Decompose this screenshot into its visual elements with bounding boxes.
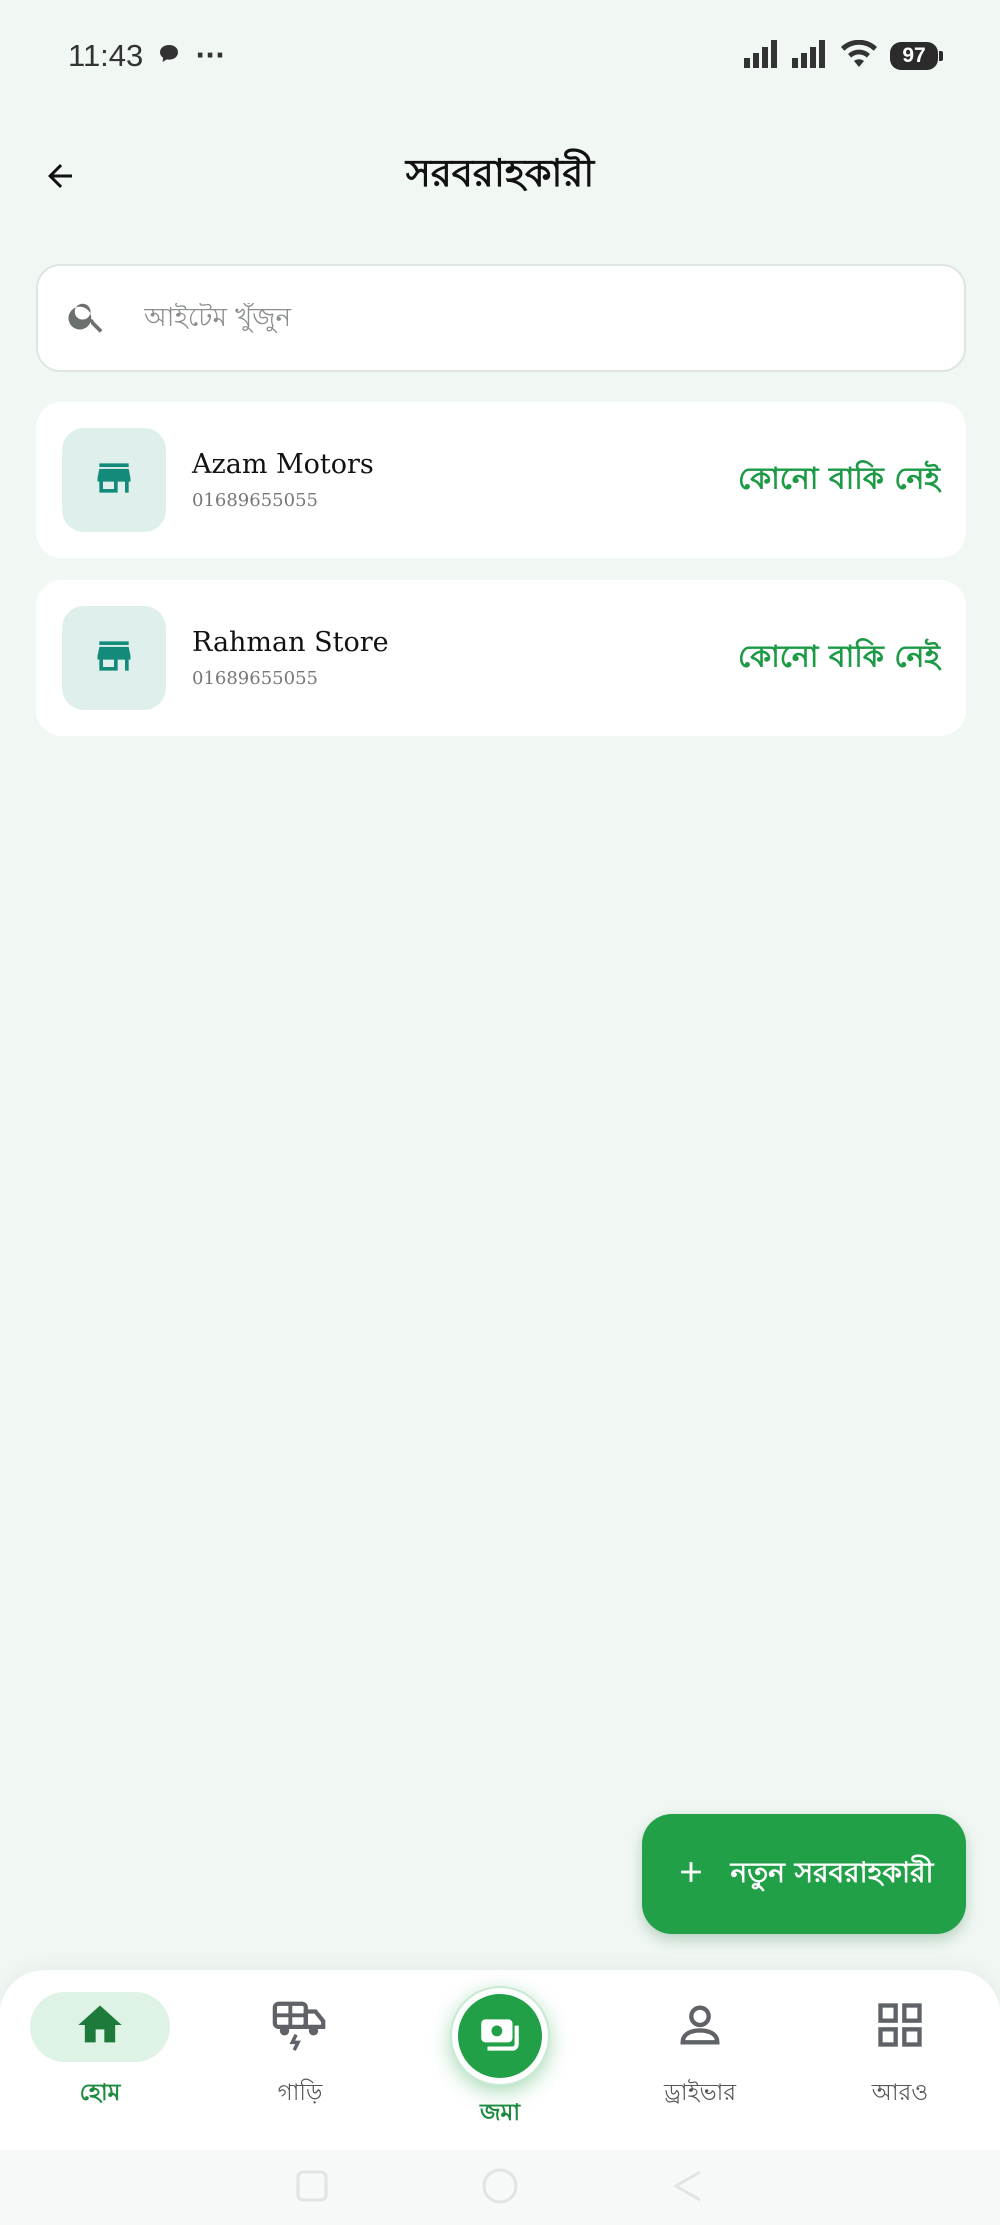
person-icon [674,1999,726,2055]
home-icon [74,1999,126,2055]
supplier-phone: 01689655055 [192,490,318,511]
arrow-left-icon [42,158,78,198]
home-button[interactable] [480,2166,520,2210]
store-avatar [62,606,166,710]
nav-label-vehicle: গাড়ি [277,2080,323,2106]
plus-icon [674,1855,708,1893]
status-bar: 11:43 ··· 97 [0,0,1000,112]
add-supplier-label: নতুন সরবরাহকারী [730,1855,934,1889]
status-time: 11:43 [68,38,144,73]
vehicle-icon [271,1999,329,2055]
nav-item-driver[interactable]: ড্রাইভার [620,1992,780,2122]
nav-icon-container [830,1992,970,2062]
store-icon [92,456,136,504]
supplier-name: Rahman Store [192,627,389,658]
grid-icon [874,1999,926,2055]
nav-icon-container [630,1992,770,2062]
bottom-nav: হোম গাড়ি জমা ড্রাইভার আরও [0,1970,1000,2150]
due-status: কোনো বাকি নেই [737,639,940,675]
signal-icon-secondary [792,40,828,72]
recent-apps-button[interactable] [294,2168,330,2208]
search-icon [66,295,108,341]
battery-indicator: 97 [890,42,943,70]
supplier-info: Rahman Store 01689655055 [192,627,389,689]
nav-icon-container [230,1992,370,2062]
supplier-card[interactable]: Azam Motors 01689655055 কোনো বাকি নেই [36,402,966,558]
store-icon [92,634,136,682]
nav-item-vehicle[interactable]: গাড়ি [220,1992,380,2122]
cash-deposit-icon [475,2009,525,2063]
nav-item-deposit[interactable] [452,1988,548,2084]
supplier-card[interactable]: Rahman Store 01689655055 কোনো বাকি নেই [36,580,966,736]
wifi-icon [840,39,878,72]
nav-item-home[interactable]: হোম [20,1992,180,2122]
store-avatar [62,428,166,532]
nav-icon-container [30,1992,170,2062]
nav-label-home: হোম [79,2080,121,2106]
signal-icon [744,40,780,72]
back-triangle-button[interactable] [670,2168,706,2208]
page-title: সরবরাহকারী [405,151,595,195]
add-supplier-button[interactable]: নতুন সরবরাহকারী [642,1814,966,1934]
supplier-info: Azam Motors 01689655055 [192,449,374,511]
search-bar[interactable] [36,264,966,372]
supplier-name: Azam Motors [192,449,374,480]
nav-item-more[interactable]: আরও [820,1992,980,2122]
nav-label-more: আরও [871,2080,929,2106]
supplier-phone: 01689655055 [192,668,318,689]
back-button[interactable] [36,154,84,202]
due-status: কোনো বাকি নেই [737,461,940,497]
nav-label-deposit: জমা [479,2100,521,2126]
more-notifications-indicator: ··· [195,41,225,71]
search-input[interactable] [144,303,904,333]
supplier-list: Azam Motors 01689655055 কোনো বাকি নেই Ra… [36,402,966,758]
app-header: সরবরাহকারী [0,132,1000,220]
status-left: 11:43 ··· [68,38,225,74]
chat-notification-icon [157,39,181,74]
nav-label-driver: ড্রাইভার [664,2080,736,2106]
status-right: 97 [744,39,943,72]
system-nav-bar [0,2150,1000,2225]
